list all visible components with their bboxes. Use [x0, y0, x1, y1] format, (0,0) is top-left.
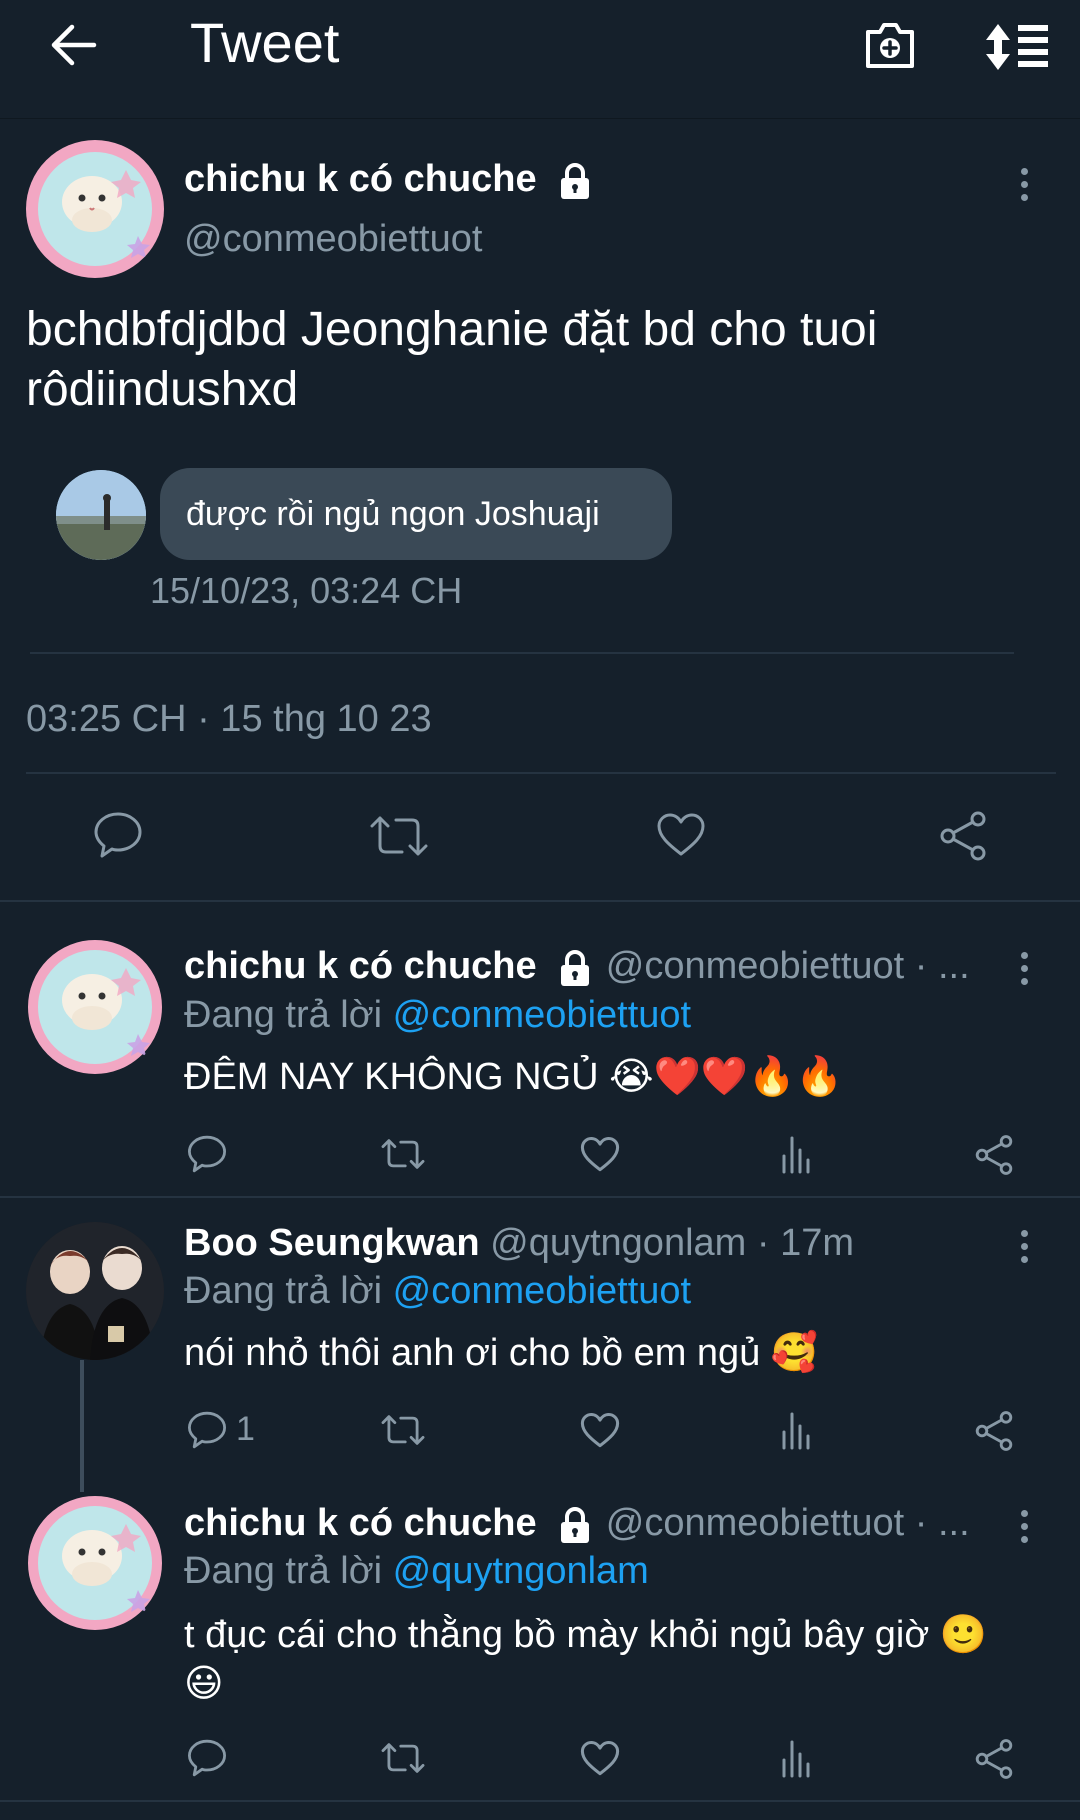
lock-icon: [555, 161, 595, 201]
replying-prefix: Đang trả lời: [184, 1550, 383, 1592]
reply-header: chichu k có chuche @conmeobiettuot · ...: [184, 945, 970, 988]
page-title: Tweet: [190, 11, 340, 74]
reply-emojis: 🙂: [939, 1612, 988, 1656]
lock-icon: [555, 1505, 595, 1545]
reply-author-avatar[interactable]: [26, 938, 164, 1076]
tweet-timestamp: 03:25 CH · 15 thg 10 23: [26, 698, 432, 740]
divider: [0, 1800, 1080, 1802]
divider: [0, 900, 1080, 902]
retweet-icon[interactable]: [368, 812, 430, 860]
reply-author-name[interactable]: Boo Seungkwan: [184, 1222, 480, 1264]
top-app-bar: Tweet: [0, 0, 1080, 119]
reply-text: ĐÊM NAY KHÔNG NGỦ 😭❤️❤️🔥🔥: [184, 1054, 843, 1099]
quoted-sender-avatar: [56, 470, 146, 560]
retweet-icon[interactable]: [380, 1740, 426, 1776]
retweet-icon[interactable]: [380, 1412, 426, 1448]
quoted-message-timestamp: 15/10/23, 03:24 CH: [150, 570, 463, 611]
divider: [0, 1196, 1080, 1198]
more-options-icon[interactable]: [1018, 1510, 1030, 1549]
tweet-text-line: rôdiindushxd: [26, 363, 299, 416]
reply-text: nói nhỏ thôi anh ơi cho bồ em ngủ 🥰: [184, 1330, 818, 1375]
replying-to-mention[interactable]: @conmeobiettuot: [393, 994, 691, 1036]
reply-handle-time[interactable]: @quytngonlam · 17m: [490, 1222, 854, 1264]
reply-author-name[interactable]: chichu k có chuche: [184, 1502, 537, 1544]
reply-handle-time[interactable]: @conmeobiettuot · ...: [606, 945, 970, 987]
reply-emojis: 😃: [184, 1661, 224, 1705]
reply-icon[interactable]: [186, 1738, 228, 1778]
replying-to-line: Đang trả lời @conmeobiettuot: [184, 1270, 691, 1313]
author-name-row[interactable]: chichu k có chuche: [184, 158, 595, 201]
reply-text-content: ĐÊM NAY KHÔNG NGỦ: [184, 1056, 599, 1098]
more-options-icon[interactable]: [1018, 1230, 1030, 1269]
analytics-icon[interactable]: [780, 1738, 814, 1778]
tweet-text: bchdbfdjdbd Jeonghanie đặt bd cho tuoi r…: [26, 300, 1056, 420]
replying-to-mention[interactable]: @quytngonlam: [393, 1550, 649, 1592]
more-options-icon[interactable]: [1018, 952, 1030, 991]
thread-connector-line: [80, 1360, 84, 1492]
reply-icon[interactable]: [186, 1134, 228, 1174]
reply-text-content: t đục cái cho thằng bồ mày khỏi ngủ bây …: [184, 1614, 930, 1656]
replying-to-mention[interactable]: @conmeobiettuot: [393, 1270, 691, 1312]
reply-author-avatar[interactable]: [26, 1222, 164, 1360]
quoted-message-bubble: được rồi ngủ ngon Joshuaji: [160, 468, 672, 560]
reply-text-content: nói nhỏ thôi anh ơi cho bồ em ngủ: [184, 1332, 761, 1374]
reply-icon[interactable]: [186, 1410, 228, 1450]
like-icon[interactable]: [580, 1740, 620, 1777]
reply-emojis: 🥰: [770, 1330, 819, 1374]
reply-emojis: 😭❤️❤️🔥🔥: [609, 1054, 843, 1098]
reply-icon[interactable]: [92, 810, 144, 860]
reply-author-name[interactable]: chichu k có chuche: [184, 945, 537, 987]
share-icon[interactable]: [974, 1134, 1014, 1176]
retweet-icon[interactable]: [380, 1136, 426, 1172]
tweet-text-line: bchdbfdjdbd Jeonghanie đặt bd cho tuoi: [26, 303, 878, 356]
more-options-icon[interactable]: [1018, 168, 1030, 207]
back-arrow-icon[interactable]: [46, 20, 98, 70]
replying-prefix: Đang trả lời: [184, 1270, 383, 1312]
reply-handle-time[interactable]: @conmeobiettuot · ...: [606, 1502, 970, 1544]
share-icon[interactable]: [974, 1410, 1014, 1452]
reply-header: Boo Seungkwan @quytngonlam · 17m: [184, 1222, 854, 1265]
replying-to-line: Đang trả lời @conmeobiettuot: [184, 994, 691, 1037]
reply-author-avatar[interactable]: [26, 1494, 164, 1632]
reply-header: chichu k có chuche @conmeobiettuot · ...: [184, 1502, 970, 1545]
share-icon[interactable]: [974, 1738, 1014, 1780]
camera-icon[interactable]: [862, 18, 918, 72]
author-name[interactable]: chichu k có chuche: [184, 158, 537, 200]
divider: [30, 652, 1014, 654]
replying-prefix: Đang trả lời: [184, 994, 383, 1036]
lock-icon: [555, 948, 595, 988]
divider: [26, 772, 1056, 774]
analytics-icon[interactable]: [780, 1134, 814, 1174]
like-icon[interactable]: [580, 1136, 620, 1173]
replying-to-line: Đang trả lời @quytngonlam: [184, 1550, 649, 1593]
reply-count: 1: [236, 1410, 255, 1448]
analytics-icon[interactable]: [780, 1410, 814, 1450]
author-handle[interactable]: @conmeobiettuot: [184, 218, 482, 261]
like-icon[interactable]: [580, 1412, 620, 1449]
like-icon[interactable]: [656, 812, 706, 858]
reply-text: t đục cái cho thằng bồ mày khỏi ngủ bây …: [184, 1610, 1064, 1707]
sort-replies-icon[interactable]: [984, 22, 1050, 72]
author-avatar[interactable]: [26, 140, 164, 278]
share-icon[interactable]: [938, 810, 988, 862]
